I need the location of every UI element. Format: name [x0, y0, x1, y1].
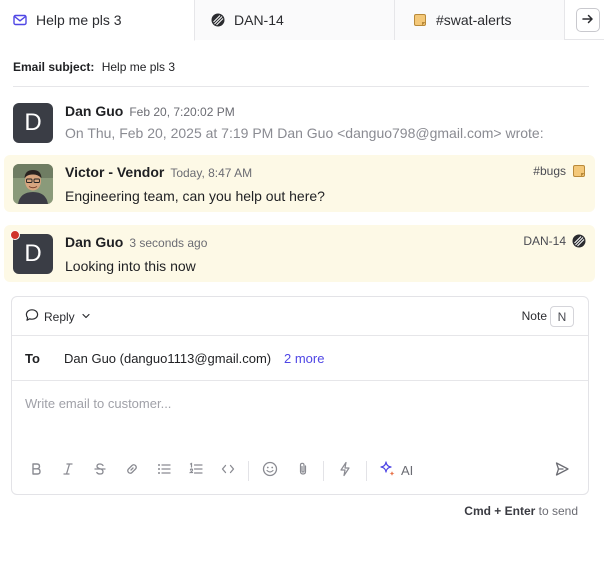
mail-icon: [13, 13, 27, 27]
shortcut-keys: Cmd + Enter: [464, 504, 536, 518]
message-body: On Thu, Feb 20, 2025 at 7:19 PM Dan Guo …: [65, 125, 544, 141]
toolbar-divider: [248, 461, 249, 481]
macro-button[interactable]: [335, 460, 355, 480]
send-icon: [554, 461, 570, 480]
to-label: To: [25, 351, 40, 366]
email-subject: Email subject: Help me pls 3: [13, 60, 175, 74]
channel-tag[interactable]: #bugs: [533, 164, 586, 178]
composer-header: Reply Note N: [12, 297, 588, 336]
bullet-list-icon: [157, 462, 171, 479]
strikethrough-icon: [93, 462, 107, 479]
italic-button[interactable]: [58, 460, 78, 480]
avatar: D: [13, 234, 53, 274]
tab-swat-alerts[interactable]: #swat-alerts: [395, 0, 565, 40]
channel-tag-label: #bugs: [533, 164, 566, 178]
strikethrough-button[interactable]: [90, 460, 110, 480]
message-sender: Victor - Vendor Today, 8:47 AM: [65, 164, 252, 180]
numbered-list-icon: [188, 462, 203, 479]
attach-button[interactable]: [293, 460, 313, 480]
recipients-row: To Dan Guo (danguo1113@gmail.com) 2 more: [12, 336, 588, 381]
note-shortcut-key: N: [550, 306, 574, 327]
sender-name: Dan Guo: [65, 234, 124, 250]
code-icon: [221, 462, 235, 479]
issue-tag[interactable]: DAN-14: [523, 234, 586, 248]
email-subject-label: Email subject:: [13, 60, 95, 74]
recipient-chip[interactable]: Dan Guo (danguo1113@gmail.com): [64, 351, 271, 366]
message-body: Engineering team, can you help out here?: [65, 188, 325, 204]
sender-name: Victor - Vendor: [65, 164, 165, 180]
bold-icon: [30, 462, 42, 479]
message-time: Feb 20, 7:20:02 PM: [129, 105, 235, 119]
formatting-toolbar: AI: [12, 455, 588, 485]
italic-icon: [62, 462, 74, 479]
tab-label: #swat-alerts: [436, 12, 512, 28]
note-icon: [413, 13, 427, 27]
send-shortcut-hint: Cmd + Enter to send: [464, 504, 578, 518]
message-sender: Dan Guo 3 seconds ago: [65, 234, 207, 250]
message-time: Today, 8:47 AM: [170, 166, 253, 180]
more-recipients-link[interactable]: 2 more: [284, 351, 324, 366]
arrow-right-icon: [581, 12, 595, 29]
tab-dan-14[interactable]: DAN-14: [195, 0, 395, 40]
linear-icon: [572, 234, 586, 248]
message-item[interactable]: D Dan Guo Feb 20, 7:20:02 PM On Thu, Feb …: [4, 96, 595, 148]
paperclip-icon: [296, 461, 310, 480]
speech-bubble-icon: [25, 308, 44, 325]
toolbar-divider: [366, 461, 367, 481]
divider: [13, 86, 589, 87]
email-subject-value: Help me pls 3: [101, 60, 176, 74]
unread-indicator: [10, 230, 20, 240]
email-body-input[interactable]: [25, 396, 565, 411]
message-item[interactable]: D Dan Guo 3 seconds ago Looking into this…: [4, 225, 595, 282]
sparkle-icon: [379, 460, 401, 481]
tab-label: Help me pls 3: [36, 12, 122, 28]
link-icon: [125, 462, 139, 479]
ai-label: AI: [401, 463, 414, 478]
emoji-button[interactable]: [260, 460, 280, 480]
tab-help-me-pls-3[interactable]: Help me pls 3: [0, 0, 195, 41]
link-button[interactable]: [122, 460, 142, 480]
bullet-list-button[interactable]: [154, 460, 174, 480]
note-button[interactable]: Note: [522, 309, 547, 323]
avatar: [13, 164, 53, 204]
message-time: 3 seconds ago: [129, 236, 208, 250]
tab-overflow-button[interactable]: [576, 8, 600, 32]
ai-assist-button[interactable]: AI: [379, 460, 413, 481]
avatar: D: [13, 103, 53, 143]
message-sender: Dan Guo Feb 20, 7:20:02 PM: [65, 103, 235, 119]
message-item[interactable]: Victor - Vendor Today, 8:47 AM Engineerin…: [4, 155, 595, 212]
numbered-list-button[interactable]: [186, 460, 206, 480]
tab-label: DAN-14: [234, 12, 284, 28]
message-body: Looking into this now: [65, 258, 196, 274]
linear-icon: [211, 13, 225, 27]
code-button[interactable]: [218, 460, 238, 480]
toolbar-divider: [323, 461, 324, 481]
reply-composer: Reply Note N To Dan Guo (danguo1113@gmai…: [11, 296, 589, 495]
lightning-icon: [339, 461, 351, 480]
issue-tag-label: DAN-14: [523, 234, 566, 248]
note-icon: [572, 164, 586, 178]
send-button[interactable]: [552, 460, 572, 480]
smiley-icon: [262, 461, 278, 480]
chevron-down-icon: [81, 310, 96, 324]
sender-name: Dan Guo: [65, 103, 124, 119]
reply-mode-dropdown[interactable]: Reply: [25, 308, 96, 325]
reply-label: Reply: [44, 309, 75, 324]
bold-button[interactable]: [26, 460, 46, 480]
shortcut-suffix: to send: [535, 504, 578, 518]
tab-bar: Help me pls 3 DAN-14 #swat-alerts: [0, 0, 604, 41]
